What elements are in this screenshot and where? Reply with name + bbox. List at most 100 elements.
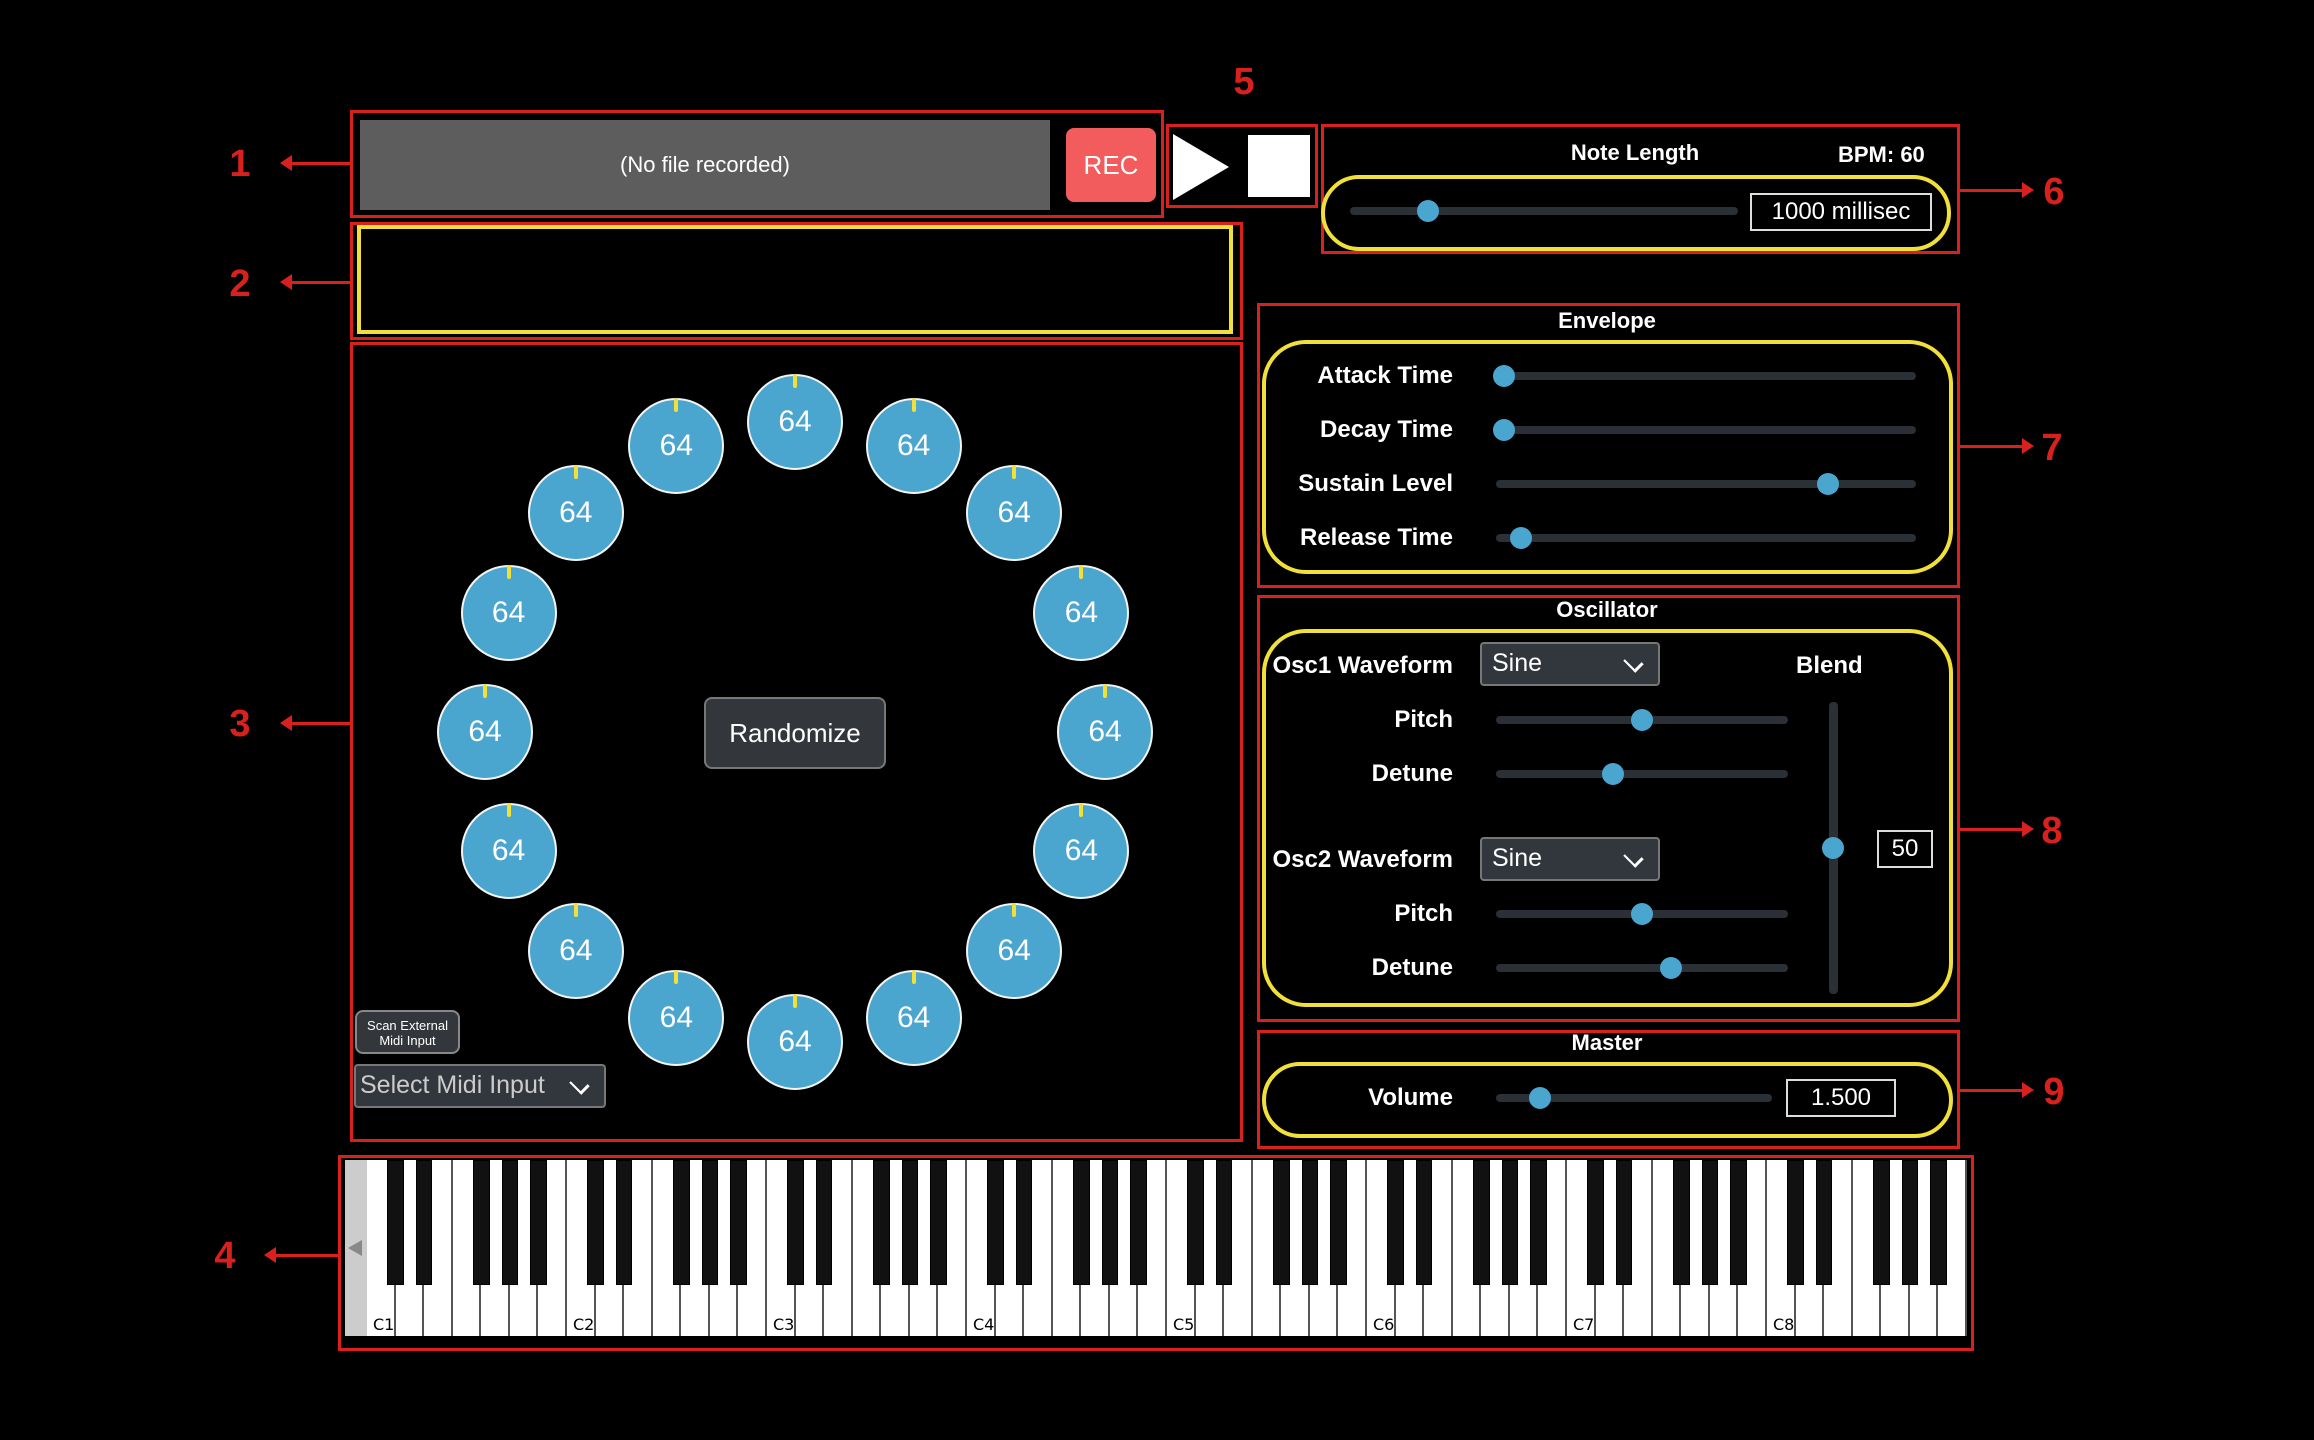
note-length-value[interactable]: 1000 millisec	[1750, 193, 1932, 231]
octave-label: C4	[973, 1315, 995, 1334]
sequencer-knob[interactable]: 64	[966, 464, 1063, 561]
black-key[interactable]	[615, 1160, 633, 1285]
black-key[interactable]	[1187, 1160, 1204, 1285]
black-key[interactable]	[1273, 1160, 1290, 1285]
black-key[interactable]	[473, 1160, 490, 1285]
randomize-label: Randomize	[729, 717, 861, 748]
osc2-detune-track[interactable]	[1496, 964, 1788, 972]
sequencer-knob[interactable]: 64	[747, 994, 843, 1090]
knob-value: 64	[896, 428, 931, 462]
black-key[interactable]	[1301, 1160, 1319, 1285]
osc1-detune-thumb[interactable]	[1601, 763, 1624, 785]
knob-indicator	[483, 684, 487, 698]
black-key[interactable]	[1387, 1160, 1404, 1285]
keyboard-scroll-left[interactable]	[345, 1160, 367, 1336]
release-time-track[interactable]	[1496, 534, 1916, 542]
knob-indicator	[793, 994, 797, 1008]
sequencer-knob[interactable]: 64	[527, 903, 624, 1000]
osc1-detune-track[interactable]	[1496, 770, 1788, 778]
sustain-level-thumb[interactable]	[1816, 473, 1839, 495]
sustain-level-track[interactable]	[1496, 480, 1916, 488]
annotation-3-arrow	[280, 715, 352, 731]
osc2-waveform-select[interactable]: Sine	[1480, 837, 1660, 881]
sequencer-knob[interactable]: 64	[460, 565, 557, 662]
black-key[interactable]	[387, 1160, 404, 1285]
black-key[interactable]	[1530, 1160, 1547, 1285]
black-key[interactable]	[1473, 1160, 1490, 1285]
midi-input-label: Select Midi Input	[360, 1071, 545, 1099]
note-length-thumb[interactable]	[1416, 200, 1439, 222]
scan-midi-label-2: Midi Input	[379, 1033, 436, 1048]
piano-keyboard[interactable]: C1 C2 C3 C4 C5 C6 C7 C8	[367, 1160, 1967, 1336]
chevron-down-icon	[1623, 652, 1644, 673]
black-key[interactable]	[873, 1160, 890, 1285]
midi-input-select[interactable]: Select Midi Input	[354, 1064, 606, 1108]
decay-time-track[interactable]	[1496, 426, 1916, 434]
black-key[interactable]	[1415, 1160, 1433, 1285]
black-key[interactable]	[815, 1160, 833, 1285]
volume-thumb[interactable]	[1529, 1087, 1552, 1109]
sequencer-knob[interactable]: 64	[527, 464, 624, 561]
black-key[interactable]	[1673, 1160, 1690, 1285]
osc2-waveform-label: Osc2 Waveform	[1272, 846, 1453, 873]
black-key[interactable]	[1330, 1160, 1347, 1285]
play-icon[interactable]	[1173, 134, 1229, 200]
black-key[interactable]	[1101, 1160, 1119, 1285]
black-key[interactable]	[1815, 1160, 1833, 1285]
black-key[interactable]	[901, 1160, 919, 1285]
recorded-file-display: (No file recorded)	[360, 120, 1050, 210]
volume-value[interactable]: 1.500	[1786, 1079, 1896, 1117]
sequencer-knob[interactable]: 64	[437, 684, 533, 780]
black-key[interactable]	[1501, 1160, 1519, 1285]
black-key[interactable]	[730, 1160, 747, 1285]
black-key[interactable]	[930, 1160, 947, 1285]
black-key[interactable]	[1215, 1160, 1233, 1285]
knob-indicator	[1103, 684, 1107, 698]
osc1-waveform-select[interactable]: Sine	[1480, 642, 1660, 686]
sequencer-knob[interactable]: 64	[1057, 684, 1153, 780]
black-key[interactable]	[1787, 1160, 1804, 1285]
randomize-button[interactable]: Randomize	[704, 697, 886, 769]
black-key[interactable]	[1901, 1160, 1919, 1285]
sequencer-knob[interactable]: 64	[966, 903, 1063, 1000]
black-key[interactable]	[1615, 1160, 1633, 1285]
note-length-track[interactable]	[1350, 207, 1738, 215]
black-key[interactable]	[1130, 1160, 1147, 1285]
knob-value: 64	[997, 934, 1031, 968]
black-key[interactable]	[1930, 1160, 1947, 1285]
black-key[interactable]	[501, 1160, 519, 1285]
knob-value: 64	[778, 1025, 812, 1058]
osc2-pitch-thumb[interactable]	[1631, 903, 1653, 925]
annotation-8: 8	[2041, 810, 2063, 852]
sequencer-knob[interactable]: 64	[865, 970, 962, 1067]
osc1-pitch-thumb[interactable]	[1631, 709, 1653, 731]
annotation-4-arrow	[264, 1247, 338, 1263]
knob-indicator	[911, 397, 916, 412]
sequencer-knob[interactable]: 64	[865, 397, 962, 494]
black-key[interactable]	[1730, 1160, 1747, 1285]
black-key[interactable]	[1873, 1160, 1890, 1285]
sequencer-knob[interactable]: 64	[460, 802, 557, 899]
black-key[interactable]	[415, 1160, 433, 1285]
stop-icon[interactable]	[1248, 135, 1310, 197]
attack-time-track[interactable]	[1496, 372, 1916, 380]
black-key[interactable]	[673, 1160, 690, 1285]
scan-midi-button[interactable]: Scan External Midi Input	[355, 1010, 460, 1054]
sequencer-knob[interactable]: 64	[628, 397, 725, 494]
black-key[interactable]	[1073, 1160, 1090, 1285]
black-key[interactable]	[987, 1160, 1004, 1285]
black-key[interactable]	[1015, 1160, 1033, 1285]
black-key[interactable]	[587, 1160, 604, 1285]
knob-indicator	[573, 464, 578, 479]
blend-thumb[interactable]	[1822, 837, 1844, 859]
sequencer-knob[interactable]: 64	[747, 374, 843, 470]
blend-value[interactable]: 50	[1877, 830, 1933, 868]
black-key[interactable]	[1587, 1160, 1604, 1285]
rec-button[interactable]: REC	[1066, 128, 1156, 202]
sequencer-knob[interactable]: 64	[1033, 802, 1130, 899]
black-key[interactable]	[701, 1160, 719, 1285]
black-key[interactable]	[787, 1160, 804, 1285]
black-key[interactable]	[530, 1160, 547, 1285]
knob-indicator	[1079, 802, 1084, 817]
black-key[interactable]	[1701, 1160, 1719, 1285]
